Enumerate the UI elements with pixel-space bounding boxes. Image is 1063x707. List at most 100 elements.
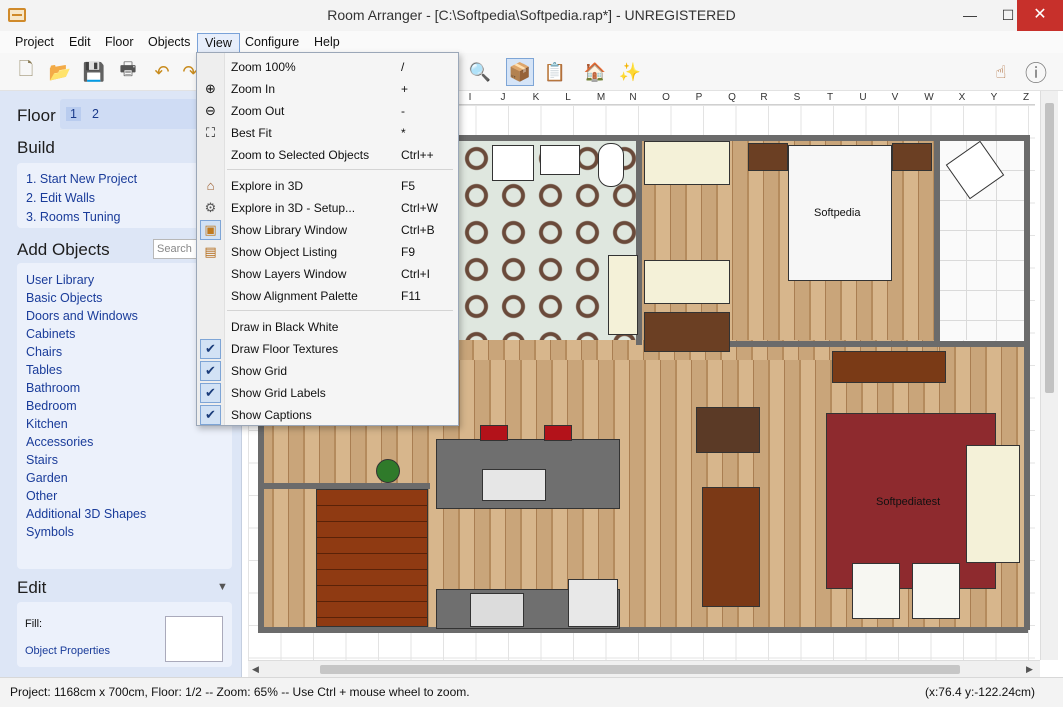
category-item[interactable]: Garden bbox=[26, 471, 68, 485]
library-window-icon[interactable]: 📦 bbox=[506, 58, 534, 86]
category-item[interactable]: Other bbox=[26, 489, 57, 503]
category-item[interactable]: Bathroom bbox=[26, 381, 80, 395]
category-item[interactable]: Doors and Windows bbox=[26, 309, 138, 323]
search-input[interactable]: Search bbox=[153, 239, 201, 259]
menu-item-zoom-selected[interactable]: Zoom to Selected Objects Ctrl++ bbox=[197, 144, 458, 166]
floor-2-tab[interactable]: 2 bbox=[88, 107, 103, 121]
menu-item-floor-textures[interactable]: ✔ Draw Floor Textures bbox=[197, 338, 458, 360]
save-icon[interactable]: 💾 bbox=[80, 58, 108, 86]
armchair[interactable] bbox=[852, 563, 900, 619]
stove[interactable] bbox=[470, 593, 524, 627]
category-item[interactable]: Chairs bbox=[26, 345, 62, 359]
wardrobe[interactable] bbox=[644, 260, 730, 304]
tv-stand[interactable] bbox=[832, 351, 946, 383]
print-icon[interactable]: 🖶 bbox=[114, 58, 142, 86]
menu-item-show-captions[interactable]: ✔ Show Captions bbox=[197, 404, 458, 426]
sofa[interactable] bbox=[966, 445, 1020, 563]
new-project-icon[interactable]: 🗋 bbox=[12, 58, 40, 86]
fill-color-swatch[interactable] bbox=[165, 616, 223, 662]
category-item[interactable]: User Library bbox=[26, 273, 94, 287]
kitchen-sink[interactable] bbox=[482, 469, 546, 501]
category-item[interactable]: Tables bbox=[26, 363, 62, 377]
wall bbox=[1024, 135, 1030, 630]
build-start-new-project[interactable]: 1. Start New Project bbox=[26, 172, 137, 186]
bar-stool[interactable] bbox=[480, 425, 508, 441]
bedroom-nightstand[interactable] bbox=[892, 143, 932, 171]
menu-item-zoom-in[interactable]: ⊕ Zoom In + bbox=[197, 78, 458, 100]
menu-item-show-grid[interactable]: ✔ Show Grid bbox=[197, 360, 458, 382]
undo-icon[interactable]: ↶ bbox=[148, 58, 176, 86]
toilet[interactable] bbox=[598, 143, 624, 187]
wardrobe[interactable] bbox=[644, 141, 730, 185]
ruler-label: W bbox=[924, 92, 934, 103]
menu-item-object-listing[interactable]: ▤ Show Object Listing F9 bbox=[197, 241, 458, 263]
plant[interactable] bbox=[376, 459, 400, 483]
bathroom-sink[interactable] bbox=[492, 145, 534, 181]
menu-objects[interactable]: Objects bbox=[141, 33, 197, 53]
category-item[interactable]: Kitchen bbox=[26, 417, 68, 431]
menu-item-zoom-100[interactable]: Zoom 100% / bbox=[197, 56, 458, 78]
menu-item-library-window[interactable]: ▣ Show Library Window Ctrl+B bbox=[197, 219, 458, 241]
library-box-icon: ▣ bbox=[200, 220, 221, 240]
menu-item-black-white[interactable]: Draw in Black White bbox=[197, 316, 458, 338]
open-folder-icon[interactable]: 📂 bbox=[46, 58, 74, 86]
category-item[interactable]: Accessories bbox=[26, 435, 93, 449]
stairs[interactable] bbox=[316, 489, 428, 627]
vertical-scroll-thumb[interactable] bbox=[1045, 103, 1054, 393]
edit-collapse-icon[interactable]: ▼ bbox=[217, 581, 228, 593]
menu-help[interactable]: Help bbox=[307, 33, 347, 53]
build-rooms-tuning[interactable]: 3. Rooms Tuning bbox=[26, 210, 121, 224]
bathroom-cabinet[interactable] bbox=[608, 255, 638, 335]
object-properties-link[interactable]: Object Properties bbox=[25, 645, 110, 657]
scroll-right-icon[interactable]: ▶ bbox=[1026, 664, 1033, 675]
menu-item-shortcut: Ctrl+B bbox=[401, 223, 435, 237]
menu-item-grid-labels[interactable]: ✔ Show Grid Labels bbox=[197, 382, 458, 404]
menu-item-shortcut: F11 bbox=[401, 289, 421, 303]
floor-1-tab[interactable]: 1 bbox=[66, 107, 81, 121]
menu-floor[interactable]: Floor bbox=[98, 33, 140, 53]
dining-table[interactable] bbox=[702, 487, 760, 607]
menu-item-best-fit[interactable]: ⛶ Best Fit * bbox=[197, 122, 458, 144]
category-item[interactable]: Bedroom bbox=[26, 399, 77, 413]
menu-item-explore-3d[interactable]: ⌂ Explore in 3D F5 bbox=[197, 175, 458, 197]
armchair[interactable] bbox=[912, 563, 960, 619]
menu-item-label: Show Object Listing bbox=[231, 245, 338, 259]
menu-edit[interactable]: Edit bbox=[62, 33, 98, 53]
hand-pointer-icon[interactable]: ☝ bbox=[987, 58, 1015, 86]
ruler-label: Q bbox=[728, 92, 736, 103]
magic-wand-icon[interactable]: ✨ bbox=[616, 58, 644, 86]
category-item[interactable]: Cabinets bbox=[26, 327, 75, 341]
fridge[interactable] bbox=[568, 579, 618, 627]
category-item[interactable]: Basic Objects bbox=[26, 291, 102, 305]
menu-item-label: Best Fit bbox=[231, 126, 272, 140]
explore-3d-icon[interactable]: 🏠 bbox=[581, 58, 609, 86]
wall bbox=[258, 425, 264, 630]
wall bbox=[456, 135, 1030, 141]
menu-item-zoom-out[interactable]: ⊖ Zoom Out - bbox=[197, 100, 458, 122]
ruler-label: Y bbox=[990, 92, 998, 103]
info-icon[interactable]: ⓘ bbox=[1022, 58, 1050, 86]
desk[interactable] bbox=[644, 312, 730, 352]
category-item[interactable]: Stairs bbox=[26, 453, 58, 467]
bar-stool[interactable] bbox=[544, 425, 572, 441]
category-item[interactable]: Symbols bbox=[26, 525, 74, 539]
side-table[interactable] bbox=[696, 407, 760, 453]
menu-configure[interactable]: Configure bbox=[238, 33, 306, 53]
menu-item-label: Show Layers Window bbox=[231, 267, 347, 281]
horizontal-scroll-thumb[interactable] bbox=[320, 665, 960, 674]
category-item[interactable]: Additional 3D Shapes bbox=[26, 507, 146, 521]
vertical-scrollbar[interactable] bbox=[1040, 91, 1058, 660]
menu-item-explore-3d-setup[interactable]: ⚙ Explore in 3D - Setup... Ctrl+W bbox=[197, 197, 458, 219]
scroll-left-icon[interactable]: ◀ bbox=[252, 664, 259, 675]
close-button[interactable]: ✕ bbox=[1017, 0, 1063, 31]
bedroom-nightstand[interactable] bbox=[748, 143, 788, 171]
zoom-out-icon[interactable]: 🔍 bbox=[466, 58, 494, 86]
menu-project[interactable]: Project bbox=[8, 33, 61, 53]
horizontal-scrollbar[interactable]: ◀ ▶ bbox=[248, 660, 1040, 677]
bathroom-basin[interactable] bbox=[540, 145, 580, 175]
menu-item-layers-window[interactable]: Show Layers Window Ctrl+I bbox=[197, 263, 458, 285]
build-edit-walls[interactable]: 2. Edit Walls bbox=[26, 191, 95, 205]
menu-item-alignment-palette[interactable]: Show Alignment Palette F11 bbox=[197, 285, 458, 307]
object-listing-icon[interactable]: 📋 bbox=[541, 58, 569, 86]
menu-view[interactable]: View bbox=[197, 33, 240, 53]
